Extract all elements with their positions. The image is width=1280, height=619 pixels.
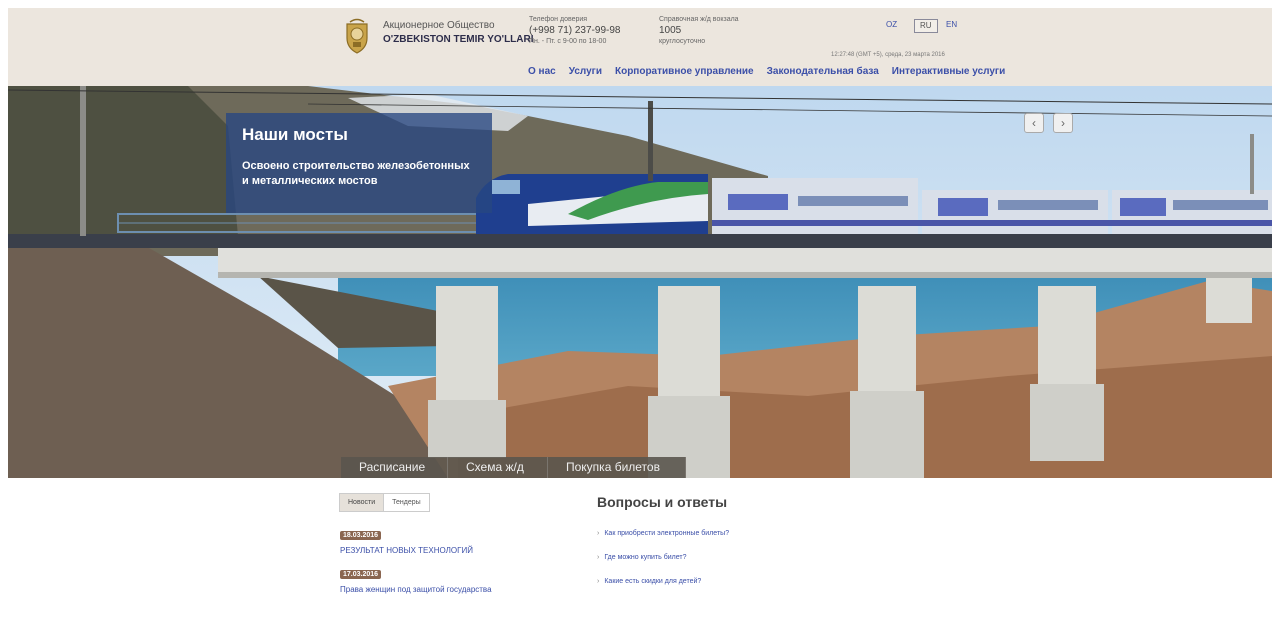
nav-legislation[interactable]: Законодательная база bbox=[767, 66, 879, 77]
station-info-sub: круглосуточно bbox=[659, 38, 706, 45]
hotline-hours: Пн. - Пт. с 9-00 по 18-00 bbox=[529, 38, 607, 45]
chevron-right-icon: › bbox=[1061, 116, 1065, 130]
tab-schedule[interactable]: Расписание bbox=[341, 457, 448, 478]
current-datetime: 12:27:48 (GMT +5), среда, 23 марта 2016 bbox=[831, 52, 945, 58]
news-item-title[interactable]: РЕЗУЛЬТАТ НОВЫХ ТЕХНОЛОГИЙ bbox=[340, 546, 473, 555]
tab-tenders[interactable]: Тендеры bbox=[384, 494, 429, 511]
chevron-right-icon: › bbox=[597, 554, 600, 561]
hero-tabs: Расписание Схема ж/д Покупка билетов bbox=[341, 457, 686, 478]
faq-item-label: Где можно купить билет? bbox=[604, 554, 687, 561]
chevron-right-icon: › bbox=[597, 578, 600, 585]
faq-item[interactable]: › Какие есть скидки для детей? bbox=[597, 578, 701, 585]
tab-news[interactable]: Новости bbox=[340, 494, 385, 511]
news-date-badge: 18.03.2016 bbox=[340, 531, 382, 540]
lang-ru-link[interactable]: RU bbox=[914, 19, 938, 33]
faq-item[interactable]: › Где можно купить билет? bbox=[597, 554, 687, 561]
org-name-line2[interactable]: O'ZBEKISTON TEMIR YO'LLARI bbox=[383, 34, 534, 45]
faq-item[interactable]: › Как приобрести электронные билеты? bbox=[597, 530, 729, 537]
slider-next-button[interactable]: › bbox=[1053, 113, 1073, 133]
hero-caption-title: Наши мосты bbox=[242, 125, 348, 144]
news-item-title[interactable]: Права женщин под защитой государства bbox=[340, 585, 492, 594]
hero-photo-train-bridge bbox=[8, 86, 1272, 478]
lang-oz-link[interactable]: OZ bbox=[886, 19, 897, 33]
faq-item-label: Какие есть скидки для детей? bbox=[604, 578, 702, 585]
tab-railway-map[interactable]: Схема ж/д bbox=[448, 457, 548, 478]
hotline-label: Телефон доверия bbox=[529, 16, 588, 23]
hero-caption: Наши мосты Освоено строительство железоб… bbox=[226, 113, 492, 213]
lang-en-link[interactable]: EN bbox=[946, 19, 957, 33]
nav-corporate-governance[interactable]: Корпоративное управление bbox=[615, 66, 754, 77]
chevron-right-icon: › bbox=[597, 530, 600, 537]
org-name-line1: Акционерное Общество bbox=[383, 20, 495, 31]
faq-heading: Вопросы и ответы bbox=[597, 494, 728, 510]
station-info-number: 1005 bbox=[659, 25, 682, 36]
hotline-phone: (+998 71) 237-99-98 bbox=[529, 25, 621, 36]
hero-caption-text: Освоено строительство железобетонных и м… bbox=[242, 160, 470, 187]
emblem-logo-icon[interactable] bbox=[344, 18, 370, 54]
nav-services[interactable]: Услуги bbox=[569, 66, 602, 77]
chevron-left-icon: ‹ bbox=[1032, 116, 1036, 130]
main-nav: О нас Услуги Корпоративное управление За… bbox=[528, 66, 1018, 77]
news-tabs: Новости Тендеры bbox=[339, 493, 430, 512]
nav-about[interactable]: О нас bbox=[528, 66, 556, 77]
hero-slider: Наши мосты Освоено строительство железоб… bbox=[8, 86, 1272, 478]
news-date-badge: 17.03.2016 bbox=[340, 570, 382, 579]
tab-buy-tickets[interactable]: Покупка билетов bbox=[548, 457, 686, 478]
station-info-label: Справочная ж/д вокзала bbox=[659, 16, 739, 23]
slider-prev-button[interactable]: ‹ bbox=[1024, 113, 1044, 133]
nav-interactive-services[interactable]: Интерактивные услуги bbox=[892, 66, 1005, 77]
site-header: Акционерное Общество O'ZBEKISTON TEMIR Y… bbox=[8, 8, 1272, 86]
faq-item-label: Как приобрести электронные билеты? bbox=[604, 530, 730, 537]
